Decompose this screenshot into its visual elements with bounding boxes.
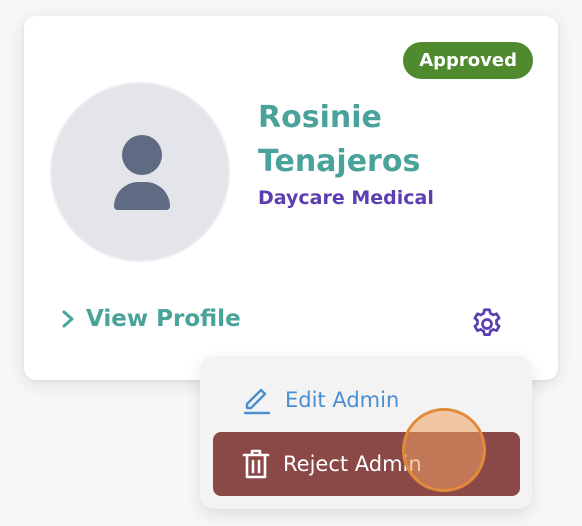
trash-icon [242,449,270,479]
gear-icon[interactable] [469,306,505,342]
admin-card: Approved Rosinie Tenajeros Daycare Medic… [24,16,558,380]
reject-admin-button[interactable]: Reject Admin [213,432,520,496]
reject-admin-label: Reject Admin [283,452,422,476]
view-profile-link[interactable]: View Profile [60,306,241,332]
person-placeholder-icon [122,135,162,175]
admin-last-name: Tenajeros [258,144,421,179]
stage: Approved Rosinie Tenajeros Daycare Medic… [0,0,582,526]
avatar [50,82,230,262]
status-badge: Approved [403,42,533,79]
admin-actions-menu: Edit Admin Reject Admin [200,356,532,509]
edit-admin-button[interactable]: Edit Admin [213,368,520,432]
edit-admin-label: Edit Admin [285,388,400,412]
chevron-right-icon [62,310,74,328]
admin-name: Rosinie Tenajeros [258,96,478,184]
admin-first-name: Rosinie [258,100,382,135]
person-placeholder-body [114,182,170,210]
admin-organization: Daycare Medical [258,187,434,209]
pencil-icon [243,388,271,415]
view-profile-label: View Profile [86,306,241,332]
